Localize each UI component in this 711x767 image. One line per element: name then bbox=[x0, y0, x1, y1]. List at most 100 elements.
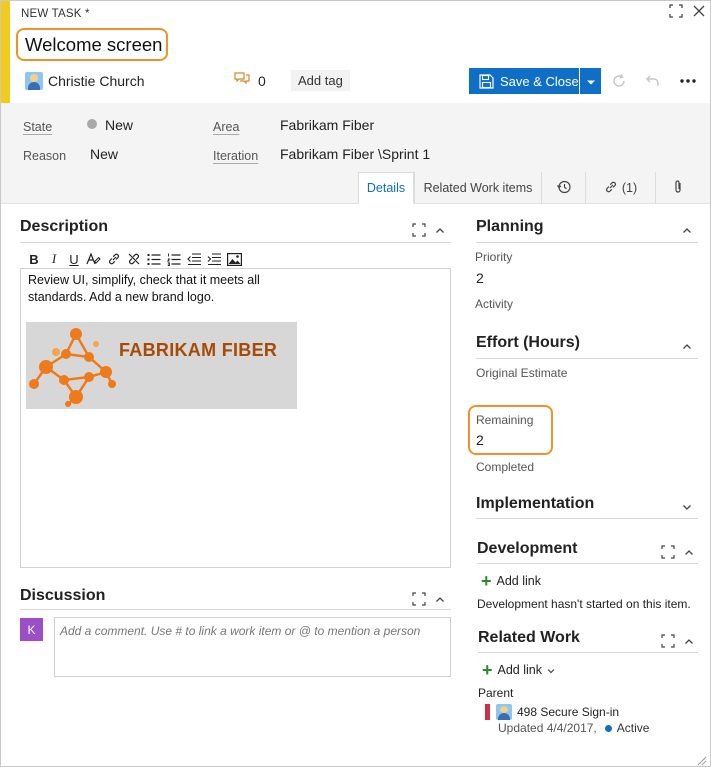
state-indicator-dot bbox=[87, 119, 97, 129]
avatar: K bbox=[20, 618, 43, 641]
link-icon bbox=[604, 180, 618, 197]
chevron-up-icon[interactable] bbox=[680, 339, 694, 353]
tab-related-work-items[interactable]: Related Work items bbox=[414, 172, 541, 204]
italic-button[interactable]: I bbox=[44, 251, 64, 267]
planning-title: Planning bbox=[476, 218, 544, 235]
fabrikam-logo-mark bbox=[29, 328, 116, 407]
parent-link-item[interactable]: 498 Secure Sign-in bbox=[485, 704, 619, 720]
chevron-up-icon[interactable] bbox=[433, 223, 447, 237]
save-dropdown-button[interactable] bbox=[580, 68, 601, 94]
rich-text-toolbar: B I U bbox=[24, 251, 244, 267]
chevron-down-icon bbox=[586, 74, 596, 89]
logo-text: FABRIKAM FIBER bbox=[119, 340, 278, 360]
parent-item-title: 498 Secure Sign-in bbox=[517, 705, 620, 719]
description-editor[interactable] bbox=[20, 268, 451, 568]
highlight-button[interactable] bbox=[84, 251, 104, 267]
assignee-name: Christie Church bbox=[48, 73, 145, 89]
iteration-label: Iteration bbox=[213, 149, 259, 163]
related-work-add-link[interactable]: + Add link bbox=[482, 660, 555, 680]
tab-links[interactable]: (1) bbox=[585, 172, 655, 204]
work-item-type-color-bar bbox=[1, 1, 10, 103]
fullscreen-icon[interactable] bbox=[661, 634, 675, 648]
development-add-link[interactable]: + Add link bbox=[481, 571, 541, 591]
assigned-to-field[interactable]: Christie Church bbox=[25, 71, 144, 91]
undo-icon[interactable] bbox=[643, 71, 663, 91]
comment-icon bbox=[234, 72, 250, 89]
area-value[interactable]: Fabrikam Fiber bbox=[280, 117, 374, 133]
insert-image-icon[interactable] bbox=[224, 251, 244, 267]
comment-placeholder: Add a comment. Use # to link a work item… bbox=[60, 624, 421, 638]
section-divider bbox=[477, 563, 698, 564]
description-title: Description bbox=[20, 218, 109, 235]
unlink-icon[interactable] bbox=[124, 251, 144, 267]
original-estimate-label: Original Estimate bbox=[476, 366, 568, 380]
plus-icon: + bbox=[482, 660, 493, 680]
refresh-icon[interactable] bbox=[609, 71, 629, 91]
development-message: Development hasn't started on this item. bbox=[477, 597, 691, 611]
effort-title: Effort (Hours) bbox=[476, 334, 580, 351]
paperclip-icon bbox=[672, 179, 684, 198]
completed-label: Completed bbox=[476, 460, 535, 474]
parent-state: Active bbox=[616, 721, 650, 735]
comment-count-value: 0 bbox=[258, 72, 266, 89]
comments-count[interactable]: 0 bbox=[234, 72, 266, 89]
section-divider bbox=[476, 358, 698, 359]
development-title: Development bbox=[477, 540, 578, 557]
chevron-down-icon[interactable] bbox=[680, 500, 694, 514]
parent-updated-info: Updated 4/4/2017, Active bbox=[498, 721, 649, 735]
chevron-down-icon bbox=[547, 663, 555, 677]
area-label: Area bbox=[213, 120, 240, 134]
discussion-title: Discussion bbox=[20, 587, 106, 604]
bold-button[interactable]: B bbox=[24, 251, 44, 267]
reason-label: Reason bbox=[23, 149, 67, 163]
underline-button[interactable]: U bbox=[64, 251, 84, 267]
work-item-type-label: NEW TASK * bbox=[21, 8, 90, 20]
resize-grip-icon[interactable] bbox=[697, 754, 707, 766]
fullscreen-icon[interactable] bbox=[412, 223, 426, 237]
decrease-indent-icon[interactable] bbox=[184, 251, 204, 267]
state-label: State bbox=[23, 120, 53, 134]
save-close-button[interactable]: Save & Close bbox=[469, 68, 579, 94]
chevron-up-icon[interactable] bbox=[433, 592, 447, 606]
work-item-title[interactable]: Welcome screen bbox=[25, 34, 162, 56]
section-divider bbox=[20, 242, 451, 243]
parent-updated-text: Updated 4/4/2017, bbox=[498, 721, 597, 735]
fullscreen-icon[interactable] bbox=[661, 545, 675, 559]
numbered-list-icon[interactable] bbox=[164, 251, 184, 267]
tab-details[interactable]: Details bbox=[358, 172, 414, 204]
chevron-up-icon[interactable] bbox=[682, 545, 696, 559]
links-count: (1) bbox=[621, 181, 638, 195]
iteration-value[interactable]: Fabrikam Fiber \Sprint 1 bbox=[280, 146, 430, 162]
state-value[interactable]: New bbox=[105, 117, 133, 133]
chevron-up-icon[interactable] bbox=[680, 223, 694, 237]
add-tag-button[interactable]: Add tag bbox=[291, 70, 350, 91]
avatar bbox=[496, 704, 512, 720]
priority-value[interactable]: 2 bbox=[476, 270, 484, 286]
save-icon bbox=[479, 73, 494, 89]
tab-history[interactable] bbox=[541, 172, 585, 204]
state-indicator-dot bbox=[604, 724, 612, 732]
tab-attachments[interactable] bbox=[655, 172, 700, 204]
section-divider bbox=[20, 609, 451, 610]
remaining-label: Remaining bbox=[476, 413, 534, 427]
activity-label: Activity bbox=[475, 297, 514, 311]
increase-indent-icon[interactable] bbox=[204, 251, 224, 267]
remaining-value[interactable]: 2 bbox=[476, 432, 484, 448]
work-item-window: NEW TASK * Welcome screen Christie Churc… bbox=[0, 0, 711, 767]
reason-value[interactable]: New bbox=[90, 146, 118, 162]
description-text: Review UI, simplify, check that it meets… bbox=[28, 273, 260, 304]
add-link-label: Add link bbox=[497, 663, 542, 677]
fullscreen-icon[interactable] bbox=[668, 3, 684, 19]
work-item-tabs: Details Related Work items (1) bbox=[358, 172, 700, 204]
close-icon[interactable] bbox=[691, 3, 707, 19]
fabrikam-logo-image: FABRIKAM FIBER bbox=[26, 322, 297, 409]
section-divider bbox=[476, 518, 698, 519]
history-icon bbox=[556, 179, 572, 198]
link-icon[interactable] bbox=[104, 251, 124, 267]
bulleted-list-icon[interactable] bbox=[144, 251, 164, 267]
chevron-up-icon[interactable] bbox=[682, 634, 696, 648]
fullscreen-icon[interactable] bbox=[412, 592, 426, 606]
save-close-label: Save & Close bbox=[500, 73, 579, 89]
plus-icon: + bbox=[481, 571, 492, 591]
more-actions-icon[interactable] bbox=[678, 71, 698, 91]
